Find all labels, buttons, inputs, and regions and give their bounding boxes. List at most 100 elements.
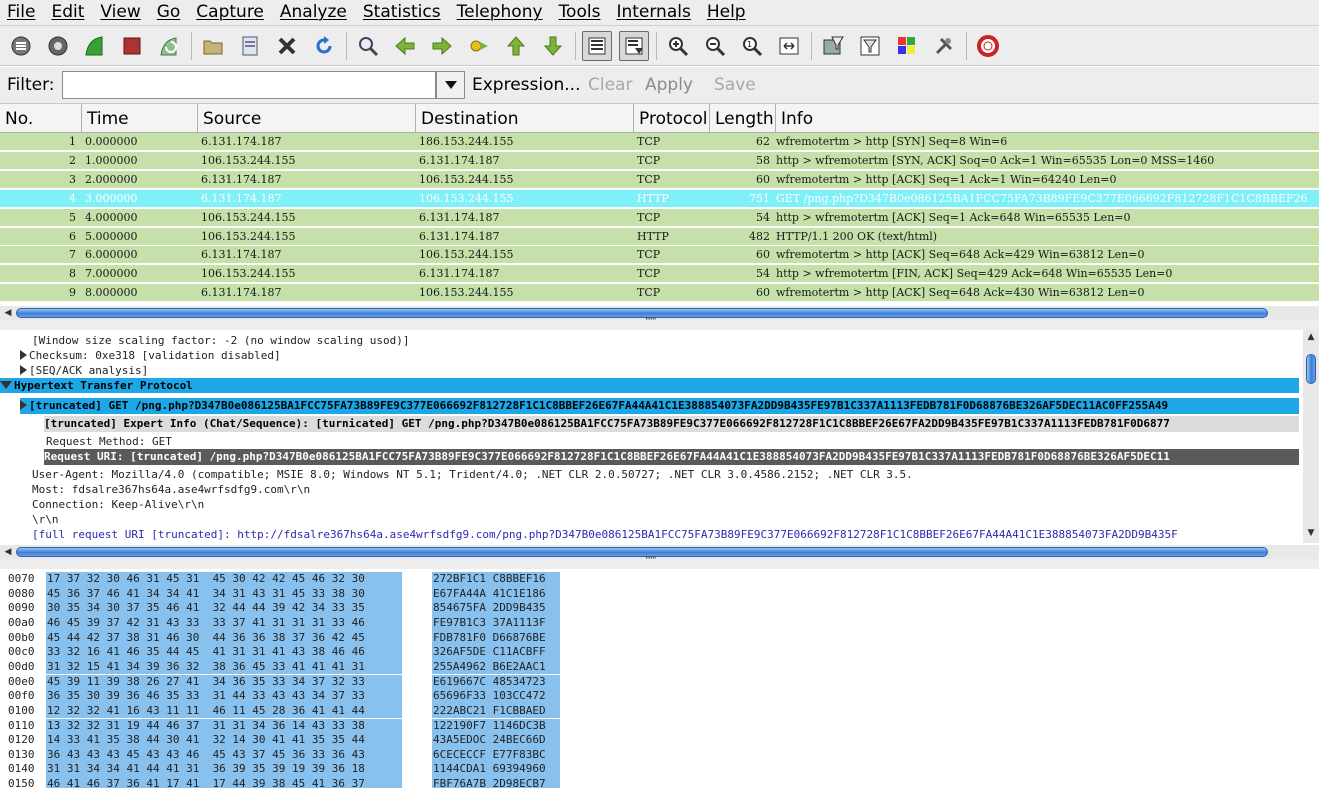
pane-splitter[interactable]: '''''' xyxy=(0,316,1319,330)
hex-ascii[interactable]: 222ABC21 F1CBBAED xyxy=(432,703,560,719)
resize-columns-button[interactable] xyxy=(774,31,804,61)
hex-ascii[interactable]: 326AF5DE C11ACBFF xyxy=(432,645,560,660)
capture-filters-button[interactable] xyxy=(818,31,848,61)
packet-row[interactable]: 1 0.000000 6.131.174.187 186.153.244.155 TCP… xyxy=(0,133,1319,151)
go-to-packet-button[interactable] xyxy=(464,31,494,61)
menu-capture[interactable]: Capture xyxy=(189,0,273,25)
coloring-rules-button[interactable] xyxy=(892,31,922,61)
packet-row[interactable]: 3 2.000000 6.131.174.187 106.153.244.155 TCP… xyxy=(0,170,1319,189)
packet-row[interactable]: 5 4.000000 106.153.244.155 6.131.174.187 TCP… xyxy=(0,208,1319,227)
menu-go[interactable]: Go xyxy=(150,0,190,25)
interface-list-button[interactable] xyxy=(6,31,36,61)
menu-file[interactable]: File xyxy=(0,0,44,25)
tree-item[interactable]: Most: fdsalre367hs64a.ase4wrfsdfg9.com\r… xyxy=(32,482,310,497)
tree-item[interactable]: \r\n xyxy=(32,512,59,527)
details-hscrollbar[interactable]: ◀ xyxy=(0,545,1319,559)
packet-row[interactable]: 8 7.000000 106.153.244.155 6.131.174.187 TCP… xyxy=(0,265,1319,284)
scroll-left-icon[interactable]: ◀ xyxy=(3,546,13,558)
stop-capture-button[interactable] xyxy=(117,31,147,61)
hex-bytes[interactable]: 45 44 42 37 38 31 46 30 44 36 36 38 37 3… xyxy=(46,630,402,646)
display-filters-button[interactable] xyxy=(855,31,885,61)
hex-bytes[interactable]: 13 32 32 31 19 44 46 37 31 31 34 36 14 4… xyxy=(46,718,402,734)
zoom-in-button[interactable] xyxy=(663,31,693,61)
hex-ascii[interactable]: 6CECECCF E77F83BC xyxy=(432,747,560,763)
hex-bytes[interactable]: 30 35 34 30 37 35 46 41 32 44 44 39 42 3… xyxy=(46,601,402,616)
tree-item[interactable]: User-Agent: Mozilla/4.0 (compatible; MSI… xyxy=(32,467,913,482)
tree-item[interactable]: Hypertext Transfer Protocol xyxy=(0,378,1299,393)
auto-scroll-button[interactable] xyxy=(619,30,649,61)
tree-item[interactable]: [truncated] GET /png.php?D347B0e086125BA… xyxy=(20,398,1299,414)
hex-bytes[interactable]: 14 33 41 35 38 44 30 41 32 14 30 41 41 3… xyxy=(46,733,402,748)
go-back-button[interactable] xyxy=(390,31,420,61)
packet-row[interactable]: 6 5.000000 106.153.244.155 6.131.174.187 HTT… xyxy=(0,227,1319,246)
help-button[interactable] xyxy=(973,31,1003,61)
hex-bytes[interactable]: 36 43 43 43 45 43 43 46 45 43 37 45 36 3… xyxy=(46,747,402,763)
scroll-down-icon[interactable]: ▼ xyxy=(1306,528,1316,538)
packet-row[interactable]: 7 6.000000 6.131.174.187 106.153.244.155 TCP… xyxy=(0,246,1319,265)
hex-ascii[interactable]: FBF76A7B 2D98ECB7 xyxy=(432,777,560,788)
save-button[interactable]: Save xyxy=(714,75,756,95)
menu-analyze[interactable]: Analyze xyxy=(273,0,356,25)
hex-bytes[interactable]: 36 35 30 39 36 46 35 33 31 44 33 43 43 3… xyxy=(46,689,402,704)
expand-arrow-icon[interactable] xyxy=(20,400,27,410)
normal-size-button[interactable]: 1 xyxy=(737,31,767,61)
expression-button[interactable]: Expression... xyxy=(472,75,581,95)
tree-item[interactable]: Connection: Keep-Alive\r\n xyxy=(32,497,204,512)
packet-row[interactable]: 9 8.000000 6.131.174.187 106.153.244.155 TCP… xyxy=(0,284,1319,303)
restart-capture-button[interactable] xyxy=(154,31,184,61)
clear-button[interactable]: Clear xyxy=(588,75,632,95)
hex-bytes[interactable]: 45 39 11 39 38 26 27 41 34 36 35 33 34 3… xyxy=(46,674,402,690)
scrollbar-thumb[interactable] xyxy=(16,308,1268,318)
menu-statistics[interactable]: Statistics xyxy=(356,0,450,25)
filter-input[interactable] xyxy=(62,71,436,99)
hex-bytes[interactable]: 46 41 46 37 36 41 17 41 17 44 39 38 45 4… xyxy=(46,777,402,788)
tree-item[interactable]: [SEQ/ACK analysis] xyxy=(20,363,148,378)
apply-button[interactable]: Apply xyxy=(645,75,693,95)
tree-item[interactable]: Checksum: 0xe318 [validation disabled] xyxy=(20,348,281,363)
column-header-info[interactable]: Info xyxy=(776,104,1319,132)
menu-edit[interactable]: Edit xyxy=(44,0,93,25)
menu-internals[interactable]: Internals xyxy=(609,0,699,25)
menu-help[interactable]: Help xyxy=(700,0,755,25)
tree-item[interactable]: [full request URI [truncated]: http://fd… xyxy=(32,527,1178,542)
close-file-button[interactable] xyxy=(272,31,302,61)
packet-list-hscrollbar[interactable]: ◀ xyxy=(0,306,1319,320)
column-header-no[interactable]: No. xyxy=(0,104,82,132)
go-forward-button[interactable] xyxy=(427,31,457,61)
menu-telephony[interactable]: Telephony xyxy=(450,0,552,25)
scroll-left-icon[interactable]: ◀ xyxy=(3,307,13,319)
column-header-source[interactable]: Source xyxy=(198,104,416,132)
expand-arrow-icon[interactable] xyxy=(20,365,27,375)
collapse-arrow-icon[interactable] xyxy=(0,381,12,389)
scroll-up-icon[interactable]: ▲ xyxy=(1306,332,1316,342)
save-file-button[interactable] xyxy=(235,31,265,61)
packet-row[interactable]: 4 3.000000 6.131.174.187 106.153.244.155 HTT… xyxy=(0,189,1319,208)
capture-options-button[interactable] xyxy=(43,31,73,61)
hex-ascii[interactable]: FE97B1C3 37A1113F xyxy=(432,615,560,631)
hex-ascii[interactable]: 43A5EDOC 24BEC66D xyxy=(432,733,560,748)
preferences-button[interactable] xyxy=(929,31,959,61)
hex-bytes[interactable]: 45 36 37 46 41 34 34 41 34 31 43 31 45 3… xyxy=(46,586,402,602)
details-vscrollbar[interactable]: ▲ ▼ xyxy=(1303,330,1319,543)
find-packet-button[interactable] xyxy=(353,31,383,61)
pane-splitter[interactable]: '''''' xyxy=(0,555,1319,569)
hex-bytes[interactable]: 31 32 15 41 34 39 36 32 38 36 45 33 41 4… xyxy=(46,659,402,675)
column-header-length[interactable]: Length xyxy=(710,104,776,132)
hex-ascii[interactable]: FDB781F0 D66876BE xyxy=(432,630,560,646)
expand-arrow-icon[interactable] xyxy=(20,350,27,360)
scrollbar-thumb[interactable] xyxy=(16,547,1268,557)
reload-button[interactable] xyxy=(309,31,339,61)
hex-bytes[interactable]: 46 45 39 37 42 31 43 33 33 37 41 31 31 3… xyxy=(46,615,402,631)
hex-ascii[interactable]: 1144CDA1 69394960 xyxy=(432,762,560,778)
hex-ascii[interactable]: 65696F33 103CC472 xyxy=(432,689,560,704)
menu-tools[interactable]: Tools xyxy=(552,0,610,25)
hex-ascii[interactable]: 272BF1C1 C8BBEF16 xyxy=(432,572,560,587)
menu-view[interactable]: View xyxy=(93,0,149,25)
zoom-out-button[interactable] xyxy=(700,31,730,61)
start-capture-button[interactable] xyxy=(80,31,110,61)
scrollbar-thumb[interactable] xyxy=(1306,354,1316,384)
go-first-button[interactable] xyxy=(501,31,531,61)
open-file-button[interactable] xyxy=(198,31,228,61)
tree-item[interactable]: [Window size scaling factor: -2 (no wind… xyxy=(32,333,410,348)
packet-row[interactable]: 2 1.000000 106.153.244.155 6.131.174.187 TCP… xyxy=(0,151,1319,170)
